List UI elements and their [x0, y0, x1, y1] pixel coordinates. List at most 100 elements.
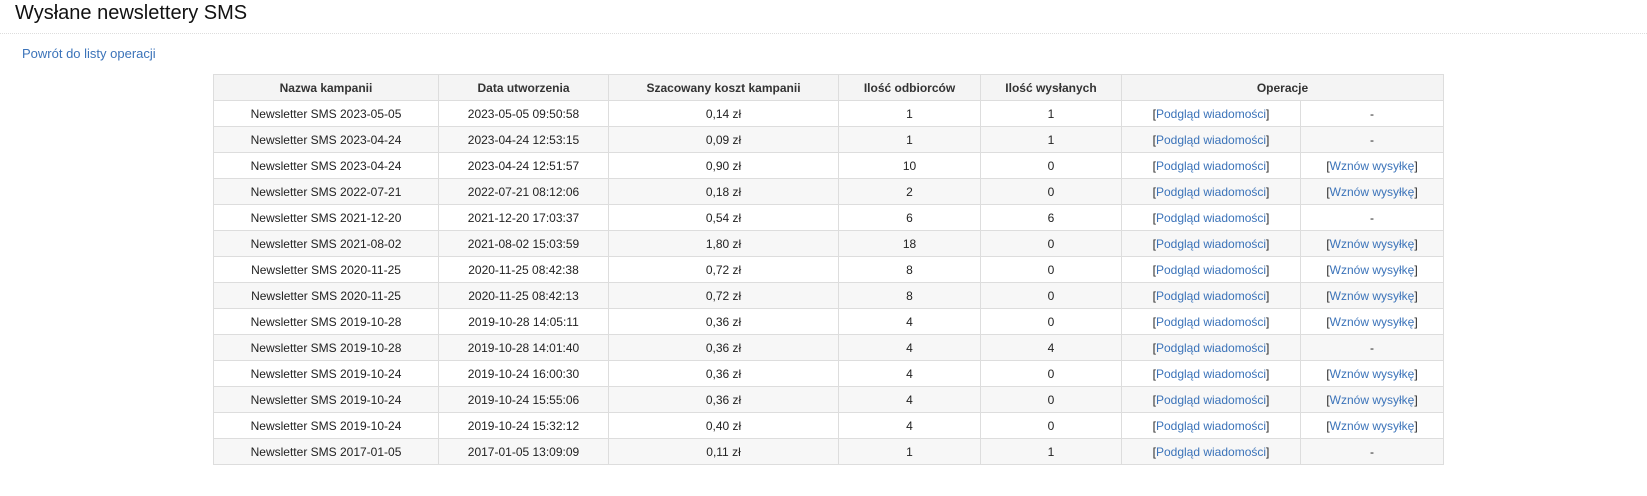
table-row: Newsletter SMS 2023-04-24 2023-04-24 12:5… [213, 126, 1444, 153]
cost-cell: 1,80 zł [608, 230, 839, 257]
table-body: Newsletter SMS 2023-05-05 2023-05-05 09:5… [213, 100, 1444, 465]
resume-sending-link[interactable]: Wznów wysyłkę [1330, 419, 1415, 433]
column-header-operations: Operacje [1121, 74, 1444, 101]
campaign-name-cell: Newsletter SMS 2019-10-28 [213, 308, 439, 335]
preview-message-link[interactable]: Podgląd wiadomości [1156, 133, 1266, 147]
resume-sending-link[interactable]: Wznów wysyłkę [1330, 263, 1415, 277]
resume-cell: [Wznów wysyłkę] [1300, 282, 1444, 309]
resume-sending-link[interactable]: Wznów wysyłkę [1330, 237, 1415, 251]
created-date-cell: 2019-10-28 14:01:40 [438, 334, 609, 361]
resume-cell: - [1300, 438, 1444, 465]
campaign-name-cell: Newsletter SMS 2023-04-24 [213, 126, 439, 153]
resume-sending-link[interactable]: Wznów wysyłkę [1330, 393, 1415, 407]
resume-sending-link[interactable]: Wznów wysyłkę [1330, 367, 1415, 381]
campaign-name-cell: Newsletter SMS 2019-10-24 [213, 412, 439, 439]
table-row: Newsletter SMS 2019-10-28 2019-10-28 14:0… [213, 308, 1444, 335]
resume-cell: - [1300, 334, 1444, 361]
created-date-cell: 2017-01-05 13:09:09 [438, 438, 609, 465]
preview-cell: [Podgląd wiadomości] [1121, 230, 1301, 257]
cost-cell: 0,09 zł [608, 126, 839, 153]
campaign-name-cell: Newsletter SMS 2021-12-20 [213, 204, 439, 231]
sent-count-cell: 0 [980, 256, 1122, 283]
sent-count-cell: 0 [980, 386, 1122, 413]
table-row: Newsletter SMS 2019-10-24 2019-10-24 15:5… [213, 386, 1444, 413]
sent-count-cell: 0 [980, 282, 1122, 309]
bracket-close: ] [1266, 132, 1270, 147]
campaign-name-cell: Newsletter SMS 2019-10-24 [213, 386, 439, 413]
column-header-recipients: Ilość odbiorców [838, 74, 981, 101]
preview-message-link[interactable]: Podgląd wiadomości [1156, 315, 1266, 329]
preview-message-link[interactable]: Podgląd wiadomości [1156, 367, 1266, 381]
bracket-close: ] [1414, 314, 1418, 329]
preview-cell: [Podgląd wiadomości] [1121, 204, 1301, 231]
cost-cell: 0,54 zł [608, 204, 839, 231]
preview-cell: [Podgląd wiadomości] [1121, 282, 1301, 309]
bracket-close: ] [1266, 262, 1270, 277]
cost-cell: 0,40 zł [608, 412, 839, 439]
resume-sending-link[interactable]: Wznów wysyłkę [1330, 289, 1415, 303]
title-divider [0, 33, 1647, 34]
sent-newsletters-table: Nazwa kampanii Data utworzenia Szacowany… [213, 74, 1444, 465]
created-date-cell: 2023-05-05 09:50:58 [438, 100, 609, 127]
campaign-name-cell: Newsletter SMS 2020-11-25 [213, 256, 439, 283]
preview-cell: [Podgląd wiadomości] [1121, 412, 1301, 439]
created-date-cell: 2022-07-21 08:12:06 [438, 178, 609, 205]
no-action-dash: - [1370, 210, 1374, 225]
recipients-count-cell: 4 [838, 360, 981, 387]
back-to-operations-link[interactable]: Powrót do listy operacji [22, 46, 156, 61]
campaign-name-cell: Newsletter SMS 2017-01-05 [213, 438, 439, 465]
preview-message-link[interactable]: Podgląd wiadomości [1156, 289, 1266, 303]
sent-count-cell: 0 [980, 178, 1122, 205]
cost-cell: 0,72 zł [608, 256, 839, 283]
cost-cell: 0,36 zł [608, 386, 839, 413]
campaign-name-cell: Newsletter SMS 2020-11-25 [213, 282, 439, 309]
cost-cell: 0,72 zł [608, 282, 839, 309]
resume-sending-link[interactable]: Wznów wysyłkę [1330, 159, 1415, 173]
resume-sending-link[interactable]: Wznów wysyłkę [1330, 185, 1415, 199]
preview-message-link[interactable]: Podgląd wiadomości [1156, 341, 1266, 355]
bracket-close: ] [1414, 158, 1418, 173]
created-date-cell: 2019-10-24 15:32:12 [438, 412, 609, 439]
bracket-close: ] [1414, 236, 1418, 251]
recipients-count-cell: 18 [838, 230, 981, 257]
no-action-dash: - [1370, 106, 1374, 121]
preview-message-link[interactable]: Podgląd wiadomości [1156, 445, 1266, 459]
table-row: Newsletter SMS 2023-05-05 2023-05-05 09:5… [213, 100, 1444, 127]
bracket-close: ] [1414, 262, 1418, 277]
table-header-row: Nazwa kampanii Data utworzenia Szacowany… [213, 74, 1444, 101]
resume-sending-link[interactable]: Wznów wysyłkę [1330, 315, 1415, 329]
table-row: Newsletter SMS 2017-01-05 2017-01-05 13:0… [213, 438, 1444, 465]
resume-cell: [Wznów wysyłkę] [1300, 360, 1444, 387]
column-header-cost: Szacowany koszt kampanii [608, 74, 839, 101]
preview-message-link[interactable]: Podgląd wiadomości [1156, 237, 1266, 251]
sent-count-cell: 1 [980, 126, 1122, 153]
preview-message-link[interactable]: Podgląd wiadomości [1156, 419, 1266, 433]
campaign-name-cell: Newsletter SMS 2023-04-24 [213, 152, 439, 179]
recipients-count-cell: 4 [838, 412, 981, 439]
cost-cell: 0,36 zł [608, 360, 839, 387]
bracket-close: ] [1266, 366, 1270, 381]
recipients-count-cell: 4 [838, 386, 981, 413]
cost-cell: 0,14 zł [608, 100, 839, 127]
table-row: Newsletter SMS 2019-10-28 2019-10-28 14:0… [213, 334, 1444, 361]
preview-message-link[interactable]: Podgląd wiadomości [1156, 263, 1266, 277]
recipients-count-cell: 1 [838, 100, 981, 127]
preview-cell: [Podgląd wiadomości] [1121, 256, 1301, 283]
campaign-name-cell: Newsletter SMS 2019-10-28 [213, 334, 439, 361]
recipients-count-cell: 2 [838, 178, 981, 205]
preview-message-link[interactable]: Podgląd wiadomości [1156, 211, 1266, 225]
preview-message-link[interactable]: Podgląd wiadomości [1156, 393, 1266, 407]
preview-cell: [Podgląd wiadomości] [1121, 438, 1301, 465]
created-date-cell: 2023-04-24 12:51:57 [438, 152, 609, 179]
preview-message-link[interactable]: Podgląd wiadomości [1156, 107, 1266, 121]
no-action-dash: - [1370, 340, 1374, 355]
column-header-name: Nazwa kampanii [213, 74, 439, 101]
bracket-close: ] [1266, 106, 1270, 121]
preview-message-link[interactable]: Podgląd wiadomości [1156, 185, 1266, 199]
resume-cell: [Wznów wysyłkę] [1300, 152, 1444, 179]
resume-cell: [Wznów wysyłkę] [1300, 230, 1444, 257]
table-row: Newsletter SMS 2019-10-24 2019-10-24 16:0… [213, 360, 1444, 387]
preview-message-link[interactable]: Podgląd wiadomości [1156, 159, 1266, 173]
bracket-close: ] [1266, 210, 1270, 225]
bracket-close: ] [1266, 184, 1270, 199]
